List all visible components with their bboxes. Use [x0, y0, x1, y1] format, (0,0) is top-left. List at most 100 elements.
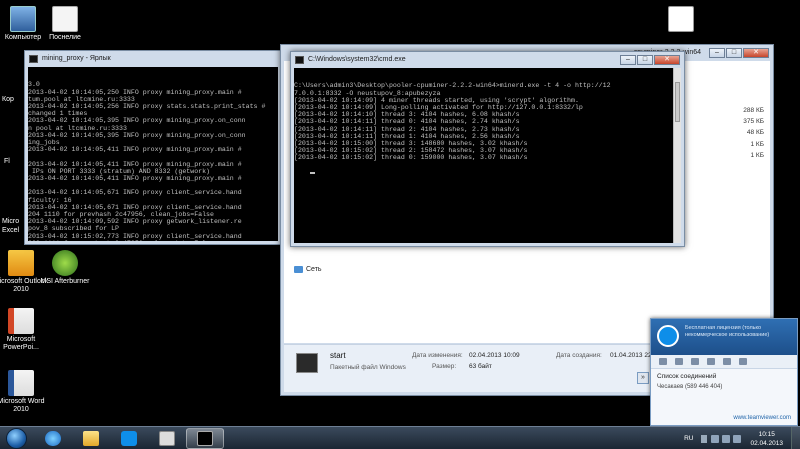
cmd-close-button[interactable]: ✕: [654, 54, 680, 65]
explorer-close-button[interactable]: ✕: [743, 47, 769, 58]
batch-file-icon: [296, 353, 318, 373]
taskbar-app-button[interactable]: [148, 428, 186, 449]
desktop-icon-msi-afterburner[interactable]: MSI Afterburner: [36, 250, 94, 286]
desktop-partial-label: Excel: [2, 227, 20, 234]
whiteboard-icon[interactable]: [723, 358, 731, 365]
teamviewer-panel[interactable]: Бесплатная лицензия (только некоммерческ…: [650, 318, 798, 426]
taskbar-teamviewer-button[interactable]: [110, 428, 148, 449]
taskbar-ie-button[interactable]: [34, 428, 72, 449]
cmd-scrollbar[interactable]: [673, 68, 681, 243]
proxy-console-output[interactable]: 3.0 2013-04-02 10:14:05,250 INFO proxy mi…: [28, 67, 278, 241]
clock-date: 02.04.2013: [750, 439, 783, 447]
connection-list-item[interactable]: Чесакаев (589 446 404): [657, 384, 791, 390]
proxy-console-lines: 3.0 2013-04-02 10:14:05,250 INFO proxy mi…: [28, 81, 278, 241]
flag-tray-icon[interactable]: [733, 434, 742, 443]
explorer-window-controls: – □ ✕: [709, 47, 769, 58]
proxy-console-line: 2013-04-02 10:14:05,411 INFO proxy minin…: [28, 160, 242, 168]
computer-icon: [10, 6, 36, 32]
cmd-titlebar[interactable]: C:\Windows\system32\cmd.exe – □ ✕: [291, 52, 684, 67]
cmd-console-line: [2013-04-02 10:14:11] thread 1: 4104 has…: [294, 132, 520, 140]
file-size-cell: 288 КБ: [743, 107, 764, 114]
nav-item-label: Сеть: [306, 266, 322, 273]
proxy-console-line: ficulty: 16: [28, 196, 72, 204]
clock[interactable]: 10:15 02.04.2013: [750, 430, 783, 448]
details-file-name: start: [330, 351, 346, 360]
cmd-window[interactable]: C:\Windows\system32\cmd.exe – □ ✕ C:\Use…: [290, 51, 685, 247]
start-button[interactable]: [6, 428, 27, 449]
taskbar-cmd-button[interactable]: [186, 428, 224, 449]
desktop-partial-label: Fl: [4, 158, 10, 165]
desktop-icon-label: Microsoft PowerPoi...: [3, 336, 39, 351]
desktop-partial-label: Кор: [2, 96, 14, 103]
proxy-console-line: ing_jobs: [28, 139, 60, 147]
proxy-console-line: [28, 153, 278, 160]
desktop-icon-label: Microsoft Word 2010: [0, 398, 45, 413]
teamviewer-collapse-toggle[interactable]: »: [637, 372, 649, 384]
details-file-type: Пакетный файл Windows: [330, 364, 406, 371]
cmd-console-output[interactable]: C:\Users\admin3\Desktop\pooler-cpuminer-…: [294, 68, 681, 243]
cmd-console-lines: C:\Users\admin3\Desktop\pooler-cpuminer-…: [294, 82, 681, 161]
powerpoint-icon: [8, 308, 34, 334]
cmd-console-line: [2013-04-02 10:15:02] thread 0: 159000 h…: [294, 154, 528, 162]
proxy-titlebar[interactable]: mining_proxy - Ярлык: [25, 51, 281, 66]
cmd-console-line: [2013-04-02 10:15:02] thread 2: 158472 h…: [294, 147, 528, 155]
application-icon: [159, 431, 175, 446]
volume-tray-icon[interactable]: [722, 434, 731, 443]
proxy-console-line: [28, 182, 278, 189]
proxy-console-line: tum.pool at ltcmine.ru:3333: [28, 95, 135, 103]
cmd-console-line: C:\Users\admin3\Desktop\pooler-cpuminer-…: [294, 82, 611, 90]
proxy-console-line: 2013-04-02 10:14:05,671 INFO proxy clien…: [28, 189, 242, 197]
cmd-console-line: 7.0.0.1:8332 -O neustupov_8:apubezyza: [294, 89, 441, 97]
proxy-console-line: 202 1111 for prevhash 2c47956, clean_job…: [28, 240, 278, 241]
cmd-console-line: [2013-04-02 10:14:10] thread 3: 4104 has…: [294, 111, 520, 119]
desktop-icon-document[interactable]: Поснелие: [36, 6, 94, 42]
console-app-icon: [29, 54, 38, 63]
console-cursor: [309, 171, 315, 174]
cmd-maximize-button[interactable]: □: [637, 54, 653, 65]
explorer-minimize-button[interactable]: –: [709, 47, 725, 58]
teamviewer-connection-list: Список соединений Чесакаев (589 446 404): [651, 369, 797, 394]
proxy-console-line: pov_8 subscribed for LP: [28, 225, 120, 233]
video-icon[interactable]: [659, 358, 667, 365]
desktop-icon-powerpoint[interactable]: Microsoft PowerPoi...: [0, 308, 50, 352]
cmd-console-line: [2013-04-02 10:14:11] thread 2: 4104 has…: [294, 125, 520, 133]
details-created-label: Дата создания:: [556, 352, 602, 359]
nav-item-network[interactable]: Сеть: [294, 266, 322, 273]
language-indicator[interactable]: RU: [684, 435, 693, 442]
taskbar-explorer-button[interactable]: [72, 428, 110, 449]
proxy-console-line: 2013-04-02 10:14:05,411 INFO proxy minin…: [28, 146, 242, 154]
cmd-minimize-button[interactable]: –: [620, 54, 636, 65]
teamviewer-icon: [121, 431, 137, 446]
phone-icon[interactable]: [675, 358, 683, 365]
desktop-icon-word[interactable]: Microsoft Word 2010: [0, 370, 50, 414]
system-tray: RU 10:15 02.04.2013: [684, 427, 800, 449]
show-desktop-button[interactable]: [791, 427, 800, 449]
teamviewer-website-link[interactable]: www.teamviewer.com: [733, 415, 791, 421]
teamviewer-license-info: Бесплатная лицензия (только некоммерческ…: [685, 325, 770, 338]
explorer-maximize-button[interactable]: □: [726, 47, 742, 58]
connection-list-title: Список соединений: [657, 373, 717, 380]
word-icon: [8, 370, 34, 396]
file-transfer-icon[interactable]: [707, 358, 715, 365]
tray-overflow-icon[interactable]: [701, 434, 708, 443]
details-size-label: Размер:: [432, 363, 457, 370]
proxy-console-line: 2013-04-02 10:14:09,592 INFO proxy getwo…: [28, 218, 242, 226]
desktop-partial-label: Micro: [2, 218, 20, 225]
folder-icon: [83, 431, 99, 446]
proxy-console-line: 2013-04-02 10:14:05,671 INFO proxy clien…: [28, 203, 242, 211]
proxy-window-title: mining_proxy - Ярлык: [42, 55, 111, 62]
document-icon: [52, 6, 78, 32]
proxy-console-line: changed 1 times: [28, 110, 88, 118]
chat-icon[interactable]: [691, 358, 699, 365]
file-size-cell: 1 КБ: [750, 152, 764, 159]
settings-icon[interactable]: [739, 358, 747, 365]
proxy-console-line: 204 1110 for prevhash 2c47956, clean_job…: [28, 211, 214, 219]
proxy-console-line: 2013-04-02 10:14:05,256 INFO proxy stats…: [28, 103, 266, 111]
desktop-icon-label: MSI Afterburner: [40, 278, 90, 285]
clock-time: 10:15: [758, 430, 775, 438]
scrollbar-thumb[interactable]: [675, 82, 680, 122]
proxy-console-window[interactable]: mining_proxy - Ярлык 3.0 2013-04-02 10:14…: [24, 50, 282, 245]
network-tray-icon[interactable]: [711, 434, 720, 443]
command-prompt-icon: [197, 431, 213, 446]
desktop-icon-teamviewer[interactable]: [652, 6, 710, 34]
